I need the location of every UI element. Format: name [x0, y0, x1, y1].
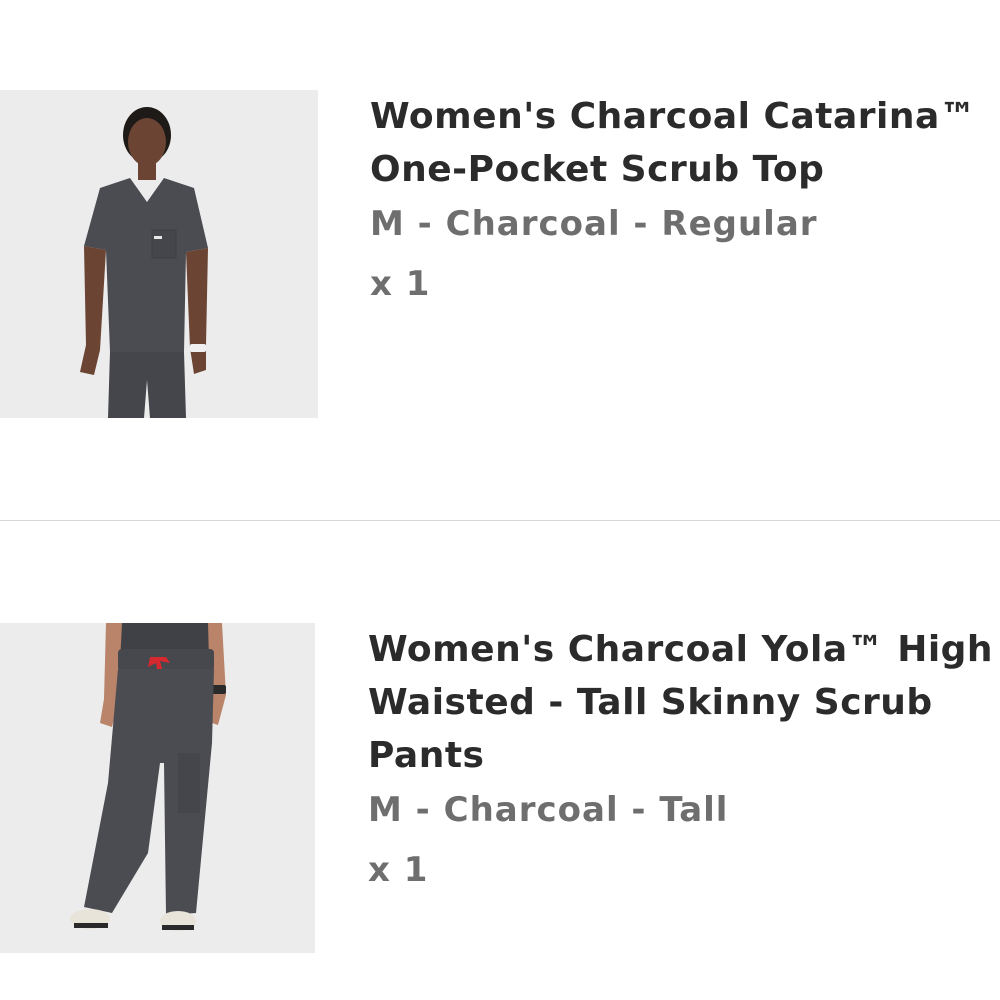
product-title-line: Waisted - Tall Skinny Scrub	[368, 682, 933, 723]
product-info: Women's Charcoal Catarina™ One-Pocket Sc…	[370, 90, 1000, 304]
scrub-top-photo-icon	[0, 90, 318, 418]
product-quantity: x 1	[370, 264, 431, 304]
product-image-scrub-pants[interactable]	[0, 623, 315, 953]
product-title[interactable]: Women's Charcoal Catarina™ One-Pocket Sc…	[370, 90, 1000, 196]
product-title-line: Pants	[368, 735, 485, 776]
cart-item[interactable]: Women's Charcoal Yola™ High Waisted - Ta…	[0, 623, 1000, 958]
cart-items-list: Women's Charcoal Catarina™ One-Pocket Sc…	[0, 0, 1000, 1000]
product-variant: M - Charcoal - Tall	[368, 790, 729, 830]
product-title-line: Women's Charcoal Catarina™	[370, 96, 977, 137]
product-info: Women's Charcoal Yola™ High Waisted - Ta…	[368, 623, 1000, 890]
product-title[interactable]: Women's Charcoal Yola™ High Waisted - Ta…	[368, 623, 1000, 782]
product-image-scrub-top[interactable]	[0, 90, 318, 418]
product-quantity: x 1	[368, 850, 429, 890]
product-variant: M - Charcoal - Regular	[370, 204, 818, 244]
cart-item[interactable]: Women's Charcoal Catarina™ One-Pocket Sc…	[0, 90, 1000, 420]
item-divider	[0, 520, 1000, 521]
product-title-line: Women's Charcoal Yola™ High	[368, 629, 994, 670]
product-title-line: One-Pocket Scrub Top	[370, 149, 825, 190]
scrub-pants-photo-icon	[0, 623, 315, 953]
